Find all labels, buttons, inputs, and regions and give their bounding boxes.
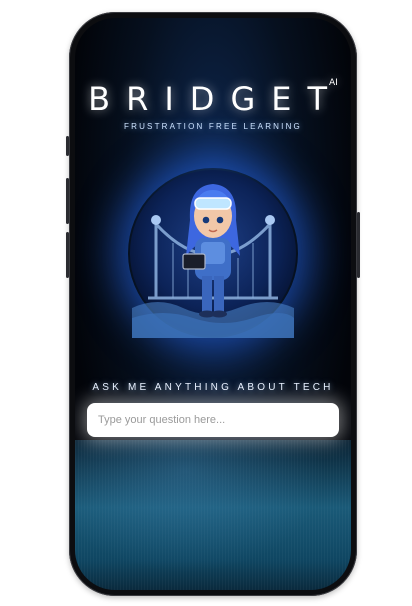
app-screen: BRIDGETAI FRUSTRATION FREE LEARNING ASK … <box>75 18 351 590</box>
volume-up-button <box>66 178 69 224</box>
tagline: FRUSTRATION FREE LEARNING <box>124 122 302 131</box>
floor-background <box>75 440 351 590</box>
question-input[interactable] <box>87 403 339 437</box>
app-title: BRIDGET <box>88 80 343 118</box>
robot-girl-avatar-icon <box>130 170 296 338</box>
power-button <box>357 212 360 278</box>
volume-down-button <box>66 232 69 278</box>
trademark-label: AI <box>329 78 338 88</box>
mascot-avatar <box>128 168 298 338</box>
prompt-heading: ASK ME ANYTHING ABOUT TECH <box>92 382 334 393</box>
mute-switch <box>66 136 69 156</box>
phone-frame: BRIDGETAI FRUSTRATION FREE LEARNING ASK … <box>66 12 360 596</box>
app-logo: BRIDGETAI <box>75 78 351 118</box>
